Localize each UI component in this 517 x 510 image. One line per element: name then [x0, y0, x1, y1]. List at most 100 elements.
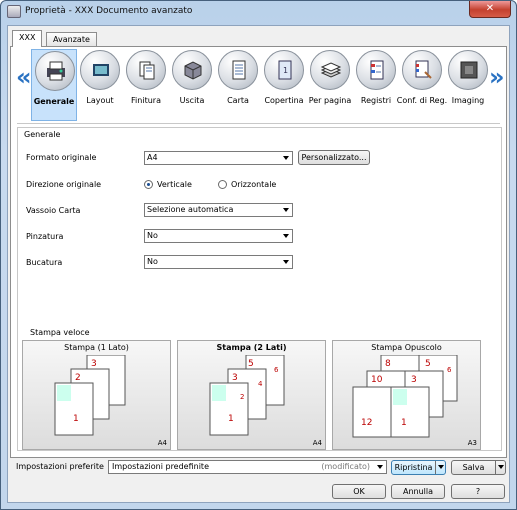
- category-layout[interactable]: Layout: [77, 49, 123, 121]
- category-strip: « » Generale Layout Finitura Uscita Cart…: [13, 49, 505, 121]
- tab-avanzate[interactable]: Avanzate: [46, 32, 97, 46]
- per-page-icon: [320, 62, 342, 78]
- bucatura-value: No: [147, 257, 158, 266]
- salva-label: Salva: [462, 463, 485, 472]
- output-icon: [184, 61, 202, 80]
- pinzatura-select[interactable]: No: [144, 229, 293, 243]
- chevron-down-icon: [283, 156, 289, 160]
- card-size: A3: [467, 439, 477, 447]
- card-page-label: 6: [274, 366, 279, 374]
- registers-icon: [370, 60, 384, 80]
- scroll-right-icon[interactable]: »: [489, 65, 505, 89]
- pref-select[interactable]: Impostazioni predefinite (modificato): [108, 460, 387, 474]
- category-registri[interactable]: Registri: [353, 49, 399, 121]
- imaging-icon: [460, 61, 478, 79]
- direzione-label: Direzione originale: [26, 180, 102, 189]
- category-generale[interactable]: Generale: [31, 49, 77, 121]
- scroll-left-icon[interactable]: «: [16, 65, 32, 89]
- verticale-radio[interactable]: [144, 180, 153, 189]
- svg-text:1: 1: [283, 66, 288, 75]
- tab-panel: « » Generale Layout Finitura Uscita Cart…: [10, 46, 507, 458]
- category-finitura[interactable]: Finitura: [123, 49, 169, 121]
- card-page-label: 5: [425, 359, 431, 369]
- category-label: Imaging: [451, 96, 485, 105]
- divider: [17, 123, 500, 124]
- card-page-label: 3: [411, 375, 417, 385]
- general-group: Generale Formato originale A4 Personaliz…: [17, 127, 502, 451]
- register-config-icon: [415, 60, 432, 79]
- ripristina-button[interactable]: Ripristina: [391, 460, 446, 475]
- card-page-label: 1: [73, 414, 79, 424]
- window-printer-icon: [7, 5, 21, 18]
- finishing-icon: [139, 61, 155, 80]
- pref-label: Impostazioni preferite: [16, 462, 104, 471]
- bucatura-label: Bucatura: [26, 258, 63, 267]
- pref-value: Impostazioni predefinite: [112, 462, 209, 471]
- tab-xxx[interactable]: XXX: [12, 30, 43, 47]
- printer-icon: [47, 61, 65, 81]
- pinzatura-value: No: [147, 231, 158, 240]
- card-page-label: 4: [258, 380, 263, 388]
- layout-icon: [93, 64, 109, 76]
- title-bar[interactable]: Proprietà - XXX Documento avanzato ✕: [1, 1, 516, 23]
- single-sided-pages-icon: 3 2 1: [54, 355, 126, 436]
- verticale-label: Verticale: [157, 180, 192, 189]
- card-size: A4: [312, 439, 322, 447]
- card-title: Stampa Opuscolo: [371, 343, 442, 352]
- formato-select[interactable]: A4: [144, 151, 293, 165]
- card-size: A4: [157, 439, 167, 447]
- card-page-label: 5: [248, 359, 254, 369]
- category-copertina[interactable]: 1 Copertina: [261, 49, 307, 121]
- category-carta[interactable]: Carta: [215, 49, 261, 121]
- window-title: Proprietà - XXX Documento avanzato: [25, 6, 193, 16]
- paper-icon: [232, 60, 246, 80]
- chevron-down-icon: [283, 260, 289, 264]
- category-uscita[interactable]: Uscita: [169, 49, 215, 121]
- booklet-pages-icon: 8 5 6 10 3 12 1: [352, 355, 458, 438]
- card-page-label: 1: [228, 414, 234, 424]
- card-page-label: 8: [385, 359, 391, 369]
- quick-card-opuscolo[interactable]: Stampa Opuscolo 8 5 6 10 3 12 1 A3: [332, 340, 481, 450]
- cover-icon: 1: [278, 60, 292, 80]
- quick-print-panel: Stampa veloce Stampa (1 Lato) 3 2 1 A4 S…: [22, 328, 497, 450]
- formato-label: Formato originale: [26, 153, 97, 162]
- category-per-pagina[interactable]: Per pagina: [307, 49, 353, 121]
- chevron-down-icon[interactable]: [435, 461, 445, 474]
- pinzatura-label: Pinzatura: [26, 232, 64, 241]
- orizzontale-label: Orizzontale: [231, 180, 277, 189]
- card-page-label: 3: [91, 359, 97, 369]
- card-page-label: 3: [232, 373, 238, 383]
- quick-card-1-lato[interactable]: Stampa (1 Lato) 3 2 1 A4: [22, 340, 171, 450]
- chevron-down-icon: [377, 465, 383, 469]
- card-page-label: 2: [240, 393, 244, 401]
- bucatura-select[interactable]: No: [144, 255, 293, 269]
- vassoio-value: Selezione automatica: [147, 205, 234, 214]
- vassoio-select[interactable]: Selezione automatica: [144, 203, 293, 217]
- footer-bar: Impostazioni preferite Impostazioni pred…: [10, 458, 507, 502]
- chevron-down-icon: [283, 234, 289, 238]
- chevron-down-icon: [283, 208, 289, 212]
- card-page-label: 12: [361, 418, 372, 428]
- orizzontale-radio[interactable]: [218, 180, 227, 189]
- help-button[interactable]: ?: [451, 484, 505, 499]
- formato-value: A4: [147, 153, 158, 162]
- card-title: Stampa (2 Lati): [216, 343, 287, 352]
- double-sided-pages-icon: 5 6 3 4 1 2: [209, 355, 285, 436]
- close-button[interactable]: ✕: [469, 1, 511, 18]
- card-title: Stampa (1 Lato): [64, 343, 129, 352]
- annulla-button[interactable]: Annulla: [391, 484, 445, 499]
- category-conf-reg[interactable]: Conf. di Reg.: [397, 49, 447, 121]
- card-page-label: 6: [447, 366, 452, 374]
- pref-modified: (modificato): [321, 462, 370, 471]
- ok-button[interactable]: OK: [332, 484, 386, 499]
- category-imaging[interactable]: Imaging: [445, 49, 491, 121]
- card-page-label: 2: [75, 373, 81, 383]
- vassoio-label: Vassoio Carta: [26, 206, 81, 215]
- chevron-down-icon[interactable]: [495, 461, 505, 474]
- quick-card-2-lati[interactable]: Stampa (2 Lati) 5 6 3 4 1 2 A4: [177, 340, 326, 450]
- properties-window: Proprietà - XXX Documento avanzato ✕ XXX…: [0, 0, 517, 510]
- personalizzato-button[interactable]: Personalizzato...: [298, 150, 370, 165]
- group-title: Generale: [24, 130, 61, 139]
- salva-button[interactable]: Salva: [451, 460, 506, 475]
- card-page-label: 1: [401, 418, 407, 428]
